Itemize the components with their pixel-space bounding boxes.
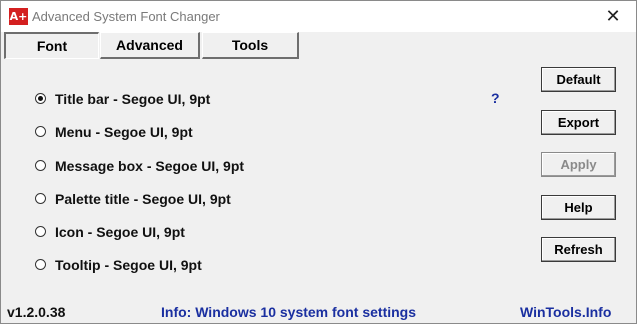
default-button[interactable]: Default — [541, 67, 616, 92]
radio-button[interactable] — [35, 226, 46, 237]
tab-advanced[interactable]: Advanced — [100, 32, 200, 59]
radio-button[interactable] — [35, 160, 46, 171]
radio-button[interactable] — [35, 93, 46, 104]
radio-label: Icon - Segoe UI, 9pt — [55, 224, 185, 240]
info-link[interactable]: Info: Windows 10 system font settings — [161, 304, 416, 320]
tab-tools[interactable]: Tools — [202, 32, 299, 59]
apply-button[interactable]: Apply — [541, 152, 616, 177]
website-link[interactable]: WinTools.Info — [520, 304, 611, 320]
radio-button[interactable] — [35, 126, 46, 137]
window-title: Advanced System Font Changer — [32, 9, 220, 24]
radio-label: Title bar - Segoe UI, 9pt — [55, 91, 211, 107]
radio-label: Palette title - Segoe UI, 9pt — [55, 191, 231, 207]
main-window: A+ Advanced System Font Changer ✕ Font A… — [0, 0, 637, 324]
radio-button[interactable] — [35, 259, 46, 270]
radio-button[interactable] — [35, 193, 46, 204]
title-bar[interactable]: A+ Advanced System Font Changer ✕ — [1, 1, 636, 32]
refresh-button[interactable]: Refresh — [541, 237, 616, 262]
app-icon: A+ — [9, 8, 28, 25]
export-button[interactable]: Export — [541, 110, 616, 135]
close-icon[interactable]: ✕ — [590, 1, 636, 32]
tab-font[interactable]: Font — [4, 32, 99, 59]
help-button[interactable]: Help — [541, 195, 616, 220]
help-question-link[interactable]: ? — [491, 90, 500, 106]
radio-label: Message box - Segoe UI, 9pt — [55, 158, 245, 174]
radio-label: Tooltip - Segoe UI, 9pt — [55, 257, 202, 273]
radio-label: Menu - Segoe UI, 9pt — [55, 124, 193, 140]
version-label: v1.2.0.38 — [7, 304, 66, 320]
